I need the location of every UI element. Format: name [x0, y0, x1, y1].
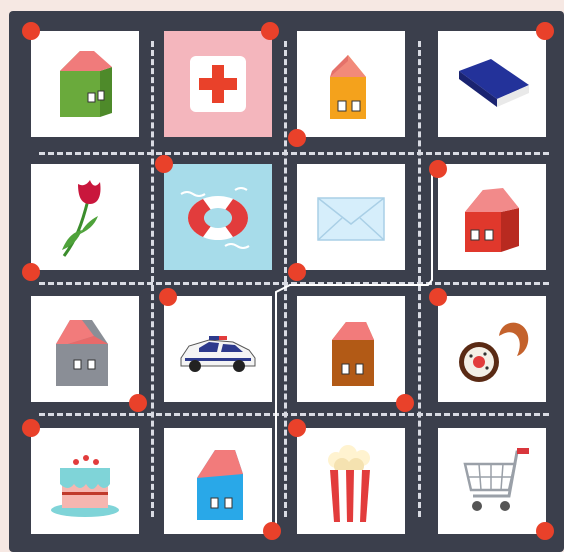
police-car-tile[interactable]	[164, 296, 272, 402]
cake-tile[interactable]	[31, 428, 139, 534]
house-red-tile[interactable]	[438, 164, 546, 270]
envelope-icon	[317, 197, 385, 241]
book-icon	[459, 59, 529, 107]
marker-a4[interactable]	[22, 419, 40, 437]
donut-icon	[459, 322, 529, 382]
cake-icon	[51, 455, 119, 517]
marker-d2[interactable]	[429, 288, 447, 306]
house-icon	[56, 320, 108, 386]
marker-e1[interactable]	[155, 155, 173, 173]
hospital-tile[interactable]	[164, 31, 272, 137]
house-gray-tile[interactable]	[31, 296, 139, 402]
marker-c4[interactable]	[263, 522, 281, 540]
house-icon	[197, 450, 243, 520]
house-icon	[60, 51, 112, 117]
road-vertical-1	[151, 41, 154, 517]
house-icon	[465, 188, 519, 252]
marker-f1[interactable]	[429, 160, 447, 178]
road-vertical-2	[284, 41, 287, 517]
shopping-cart-icon	[463, 448, 529, 511]
popcorn-tile[interactable]	[297, 428, 405, 534]
tulip-icon	[62, 180, 101, 257]
road-horizontal-2	[39, 282, 549, 285]
marker-c2[interactable]	[159, 288, 177, 306]
marker-d1[interactable]	[288, 129, 306, 147]
road-horizontal-3	[39, 413, 549, 416]
marker-b2[interactable]	[288, 263, 306, 281]
marker-d4[interactable]	[536, 522, 554, 540]
police-car-icon	[180, 336, 256, 372]
life-ring-icon	[180, 187, 250, 249]
bakery-tile[interactable]	[438, 296, 546, 402]
medical-cross-icon	[190, 56, 246, 112]
house-icon	[330, 55, 366, 119]
marker-a2[interactable]	[22, 263, 40, 281]
popcorn-icon	[326, 445, 376, 522]
tulip-tile[interactable]	[31, 164, 139, 270]
marker-b3[interactable]	[396, 394, 414, 412]
book-tile[interactable]	[438, 31, 546, 137]
road-vertical-3	[418, 41, 421, 517]
marker-a3[interactable]	[129, 394, 147, 412]
marker-b4[interactable]	[288, 419, 306, 437]
road-horizontal-1	[39, 152, 549, 155]
marker-b1[interactable]	[261, 22, 279, 40]
swimming-pool-tile[interactable]	[164, 164, 272, 270]
house-orange-tile[interactable]	[297, 31, 405, 137]
house-blue-tile[interactable]	[164, 428, 272, 534]
mail-tile[interactable]	[297, 164, 405, 270]
house-brown-tile[interactable]	[297, 296, 405, 402]
shopping-cart-tile[interactable]	[438, 428, 546, 534]
house-green-tile[interactable]	[31, 31, 139, 137]
marker-a1[interactable]	[22, 22, 40, 40]
house-icon	[332, 322, 374, 386]
marker-c1[interactable]	[536, 22, 554, 40]
